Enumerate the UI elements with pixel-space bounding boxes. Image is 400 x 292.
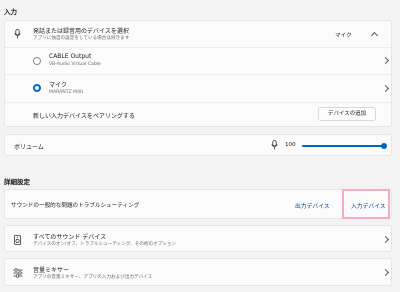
- volume-label: ボリューム: [14, 144, 44, 151]
- volume-mixer-row[interactable]: 音量ミキサー アプリの音量ミキサー、アプリの入力および出力デバイス: [4, 258, 392, 286]
- all-sound-devices-title: すべてのサウンド デバイス: [33, 234, 107, 241]
- speaker-device-icon: [14, 235, 21, 245]
- device-option-microphone[interactable]: マイク MARANTZ M4U: [5, 75, 391, 102]
- radio-cable-output[interactable]: [33, 57, 41, 65]
- device-select-title: 発話または録音用のデバイスを選択: [33, 28, 129, 35]
- device-select-row[interactable]: 発話または録音用のデバイスを選択 アプリに独自の設定をしている場合は除きます マ…: [5, 21, 391, 47]
- volume-slider-fill: [302, 145, 384, 147]
- volume-slider-thumb[interactable]: [381, 143, 387, 149]
- device-detail: VB-Audio Virtual Cable: [49, 62, 101, 67]
- input-device-card: 発話または録音用のデバイスを選択 アプリに独自の設定をしている場合は除きます マ…: [4, 20, 392, 127]
- chevron-right-icon[interactable]: [381, 56, 390, 65]
- chevron-right-icon[interactable]: [381, 235, 390, 244]
- section-title-input: 入力: [4, 8, 17, 16]
- pair-device-label: 新しい入力デバイスをペアリングする: [33, 113, 135, 120]
- chevron-right-icon[interactable]: [381, 268, 390, 277]
- chevron-right-icon[interactable]: [381, 84, 390, 93]
- volume-mixer-title: 音量ミキサー: [33, 267, 70, 274]
- volume-mixer-subtitle: アプリの音量ミキサー、アプリの入力および出力デバイス: [33, 275, 153, 280]
- troubleshoot-card: サウンドの一般的な問題のトラブルシューティング 出力デバイス 入力デバイス: [4, 189, 392, 219]
- volume-slider-track[interactable]: [302, 143, 387, 149]
- microphone-icon[interactable]: [271, 140, 278, 150]
- radio-microphone[interactable]: [33, 84, 41, 92]
- all-sound-devices-subtitle: デバイスのオン/オフ、トラブルシューティング、その他のオプション: [33, 242, 177, 247]
- microphone-icon: [14, 29, 21, 39]
- device-select-subtitle: アプリに独自の設定をしている場合は除きます: [33, 36, 130, 41]
- input-device-link[interactable]: 入力デバイス: [351, 201, 386, 210]
- all-sound-devices-row[interactable]: すべてのサウンド デバイス デバイスのオン/オフ、トラブルシューティング、その他…: [4, 225, 392, 252]
- add-device-button[interactable]: デバイスの追加: [318, 107, 376, 121]
- volume-card: ボリューム 100: [4, 134, 392, 156]
- section-title-advanced: 詳細設定: [4, 178, 30, 186]
- device-detail: MARANTZ M4U: [49, 90, 84, 95]
- output-device-link[interactable]: 出力デバイス: [295, 201, 330, 210]
- pair-device-row: 新しい入力デバイスをペアリングする デバイスの追加: [5, 103, 391, 127]
- chevron-up-icon[interactable]: [370, 31, 379, 40]
- device-name: マイク: [49, 82, 67, 89]
- troubleshoot-label: サウンドの一般的な問題のトラブルシューティング: [11, 203, 140, 209]
- mixer-icon: [13, 268, 23, 278]
- device-name: CABLE Output: [49, 53, 92, 60]
- device-option-cable-output[interactable]: CABLE Output VB-Audio Virtual Cable: [5, 48, 391, 74]
- current-device-label: マイク: [335, 33, 352, 39]
- volume-value: 100: [285, 142, 296, 148]
